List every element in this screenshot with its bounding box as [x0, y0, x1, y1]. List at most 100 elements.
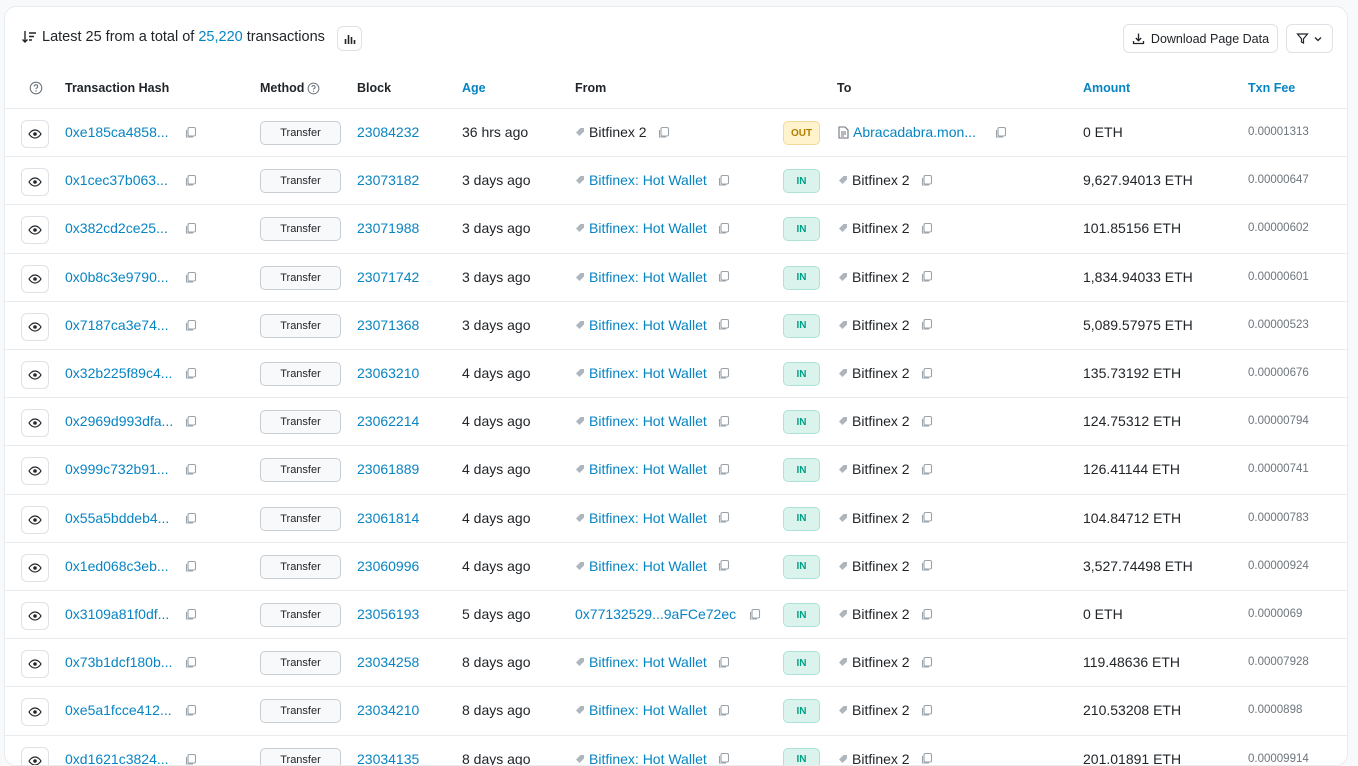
- block-link[interactable]: 23084232: [357, 124, 419, 140]
- copy-icon[interactable]: [748, 608, 761, 621]
- copy-icon[interactable]: [920, 559, 933, 572]
- from-address-link[interactable]: 0x77132529...9aFCe72ec: [575, 606, 736, 622]
- transaction-hash-link[interactable]: 0x2969d993dfa...: [65, 413, 173, 429]
- from-name-link[interactable]: Bitfinex: Hot Wallet: [589, 365, 707, 381]
- download-page-data-button[interactable]: Download Page Data: [1123, 24, 1278, 53]
- to-name[interactable]: Bitfinex 2: [852, 654, 910, 670]
- view-details-button[interactable]: [21, 505, 49, 534]
- to-name[interactable]: Bitfinex 2: [852, 751, 910, 765]
- to-name[interactable]: Bitfinex 2: [852, 413, 910, 429]
- view-details-button[interactable]: [21, 553, 49, 582]
- copy-icon[interactable]: [184, 656, 197, 669]
- view-details-button[interactable]: [21, 698, 49, 727]
- block-link[interactable]: 23071742: [357, 269, 419, 285]
- copy-icon[interactable]: [920, 270, 933, 283]
- transaction-hash-link[interactable]: 0xe5a1fcce412...: [65, 702, 172, 718]
- transaction-hash-link[interactable]: 0x999c732b91...: [65, 461, 169, 477]
- copy-icon[interactable]: [717, 704, 730, 717]
- block-link[interactable]: 23073182: [357, 172, 419, 188]
- block-link[interactable]: 23071368: [357, 317, 419, 333]
- copy-icon[interactable]: [994, 126, 1007, 139]
- transaction-hash-link[interactable]: 0x1ed068c3eb...: [65, 558, 169, 574]
- copy-icon[interactable]: [657, 126, 670, 139]
- view-details-button[interactable]: [21, 361, 49, 389]
- copy-icon[interactable]: [184, 222, 197, 235]
- copy-icon[interactable]: [920, 463, 933, 476]
- to-name[interactable]: Bitfinex 2: [852, 365, 910, 381]
- view-details-button[interactable]: [21, 746, 49, 765]
- copy-icon[interactable]: [717, 656, 730, 669]
- block-link[interactable]: 23034258: [357, 654, 419, 670]
- copy-icon[interactable]: [920, 511, 933, 524]
- copy-icon[interactable]: [184, 512, 197, 525]
- transaction-hash-link[interactable]: 0x3109a81f0df...: [65, 606, 169, 622]
- from-name-link[interactable]: Bitfinex: Hot Wallet: [589, 317, 707, 333]
- copy-icon[interactable]: [920, 608, 933, 621]
- col-amount[interactable]: Amount: [1083, 81, 1130, 95]
- block-link[interactable]: 23063210: [357, 365, 419, 381]
- from-name-link[interactable]: Bitfinex: Hot Wallet: [589, 461, 707, 477]
- copy-icon[interactable]: [717, 318, 730, 331]
- from-name-link[interactable]: Bitfinex: Hot Wallet: [589, 413, 707, 429]
- to-name[interactable]: Bitfinex 2: [852, 269, 910, 285]
- copy-icon[interactable]: [184, 319, 197, 332]
- view-details-button[interactable]: [21, 264, 49, 293]
- from-name-link[interactable]: Bitfinex: Hot Wallet: [589, 269, 707, 285]
- filter-button[interactable]: [1286, 24, 1333, 53]
- from-name-link[interactable]: Bitfinex: Hot Wallet: [589, 558, 707, 574]
- copy-icon[interactable]: [717, 752, 730, 765]
- copy-icon[interactable]: [920, 318, 933, 331]
- block-link[interactable]: 23071988: [357, 220, 419, 236]
- transaction-hash-link[interactable]: 0x382cd2ce25...: [65, 220, 168, 236]
- copy-icon[interactable]: [717, 463, 730, 476]
- transaction-hash-link[interactable]: 0x0b8c3e9790...: [65, 269, 169, 285]
- help-icon[interactable]: [29, 81, 43, 95]
- copy-icon[interactable]: [184, 367, 197, 380]
- copy-icon[interactable]: [184, 704, 197, 717]
- view-details-button[interactable]: [21, 457, 49, 486]
- copy-icon[interactable]: [920, 174, 933, 187]
- to-name[interactable]: Bitfinex 2: [852, 220, 910, 236]
- to-name[interactable]: Bitfinex 2: [852, 702, 910, 718]
- from-name-link[interactable]: Bitfinex: Hot Wallet: [589, 510, 707, 526]
- from-name-link[interactable]: Bitfinex: Hot Wallet: [589, 220, 707, 236]
- copy-icon[interactable]: [717, 270, 730, 283]
- to-name[interactable]: Bitfinex 2: [852, 558, 910, 574]
- transaction-hash-link[interactable]: 0xd1621c3824...: [65, 751, 169, 765]
- transaction-hash-link[interactable]: 0x32b225f89c4...: [65, 365, 172, 381]
- copy-icon[interactable]: [717, 222, 730, 235]
- copy-icon[interactable]: [184, 463, 197, 476]
- transaction-hash-link[interactable]: 0x1cec37b063...: [65, 172, 168, 188]
- copy-icon[interactable]: [184, 126, 197, 139]
- from-name[interactable]: Bitfinex 2: [589, 124, 647, 140]
- block-link[interactable]: 23056193: [357, 606, 419, 622]
- copy-icon[interactable]: [717, 511, 730, 524]
- transaction-hash-link[interactable]: 0x73b1dcf180b...: [65, 654, 172, 670]
- copy-icon[interactable]: [920, 656, 933, 669]
- copy-icon[interactable]: [717, 174, 730, 187]
- chart-toggle-button[interactable]: [337, 26, 362, 51]
- view-details-button[interactable]: [21, 409, 49, 438]
- to-name-link[interactable]: Abracadabra.mon...: [853, 124, 976, 140]
- to-name[interactable]: Bitfinex 2: [852, 461, 910, 477]
- copy-icon[interactable]: [184, 174, 197, 187]
- transaction-hash-link[interactable]: 0x7187ca3e74...: [65, 317, 169, 333]
- block-link[interactable]: 23061889: [357, 461, 419, 477]
- copy-icon[interactable]: [920, 367, 933, 380]
- copy-icon[interactable]: [717, 559, 730, 572]
- view-details-button[interactable]: [21, 602, 49, 630]
- copy-icon[interactable]: [920, 704, 933, 717]
- copy-icon[interactable]: [717, 415, 730, 428]
- view-details-button[interactable]: [21, 168, 49, 197]
- block-link[interactable]: 23062214: [357, 413, 419, 429]
- block-link[interactable]: 23034210: [357, 702, 419, 718]
- transaction-hash-link[interactable]: 0xe185ca4858...: [65, 124, 169, 140]
- to-name[interactable]: Bitfinex 2: [852, 510, 910, 526]
- copy-icon[interactable]: [184, 271, 197, 284]
- col-age[interactable]: Age: [462, 81, 486, 95]
- block-link[interactable]: 23060996: [357, 558, 419, 574]
- view-details-button[interactable]: [21, 312, 49, 341]
- summary-total[interactable]: 25,220: [198, 29, 242, 45]
- copy-icon[interactable]: [184, 753, 197, 765]
- copy-icon[interactable]: [920, 752, 933, 765]
